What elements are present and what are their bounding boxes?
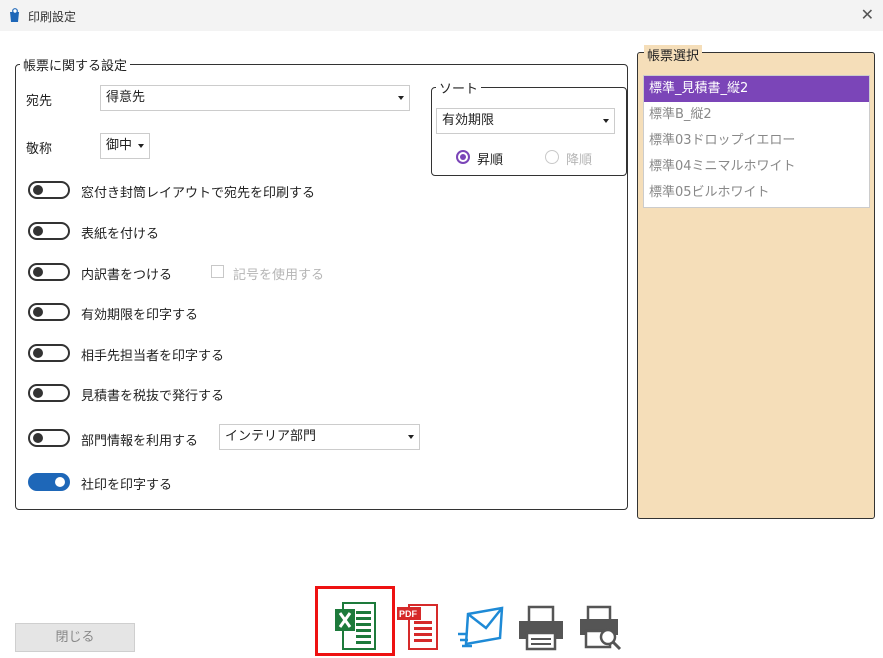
pdf-badge-text: PDF	[399, 609, 418, 619]
list-item[interactable]: 標準B_縦2	[644, 102, 869, 128]
printer-icon[interactable]	[515, 605, 565, 651]
toggle-knob	[33, 348, 43, 358]
chevron-down-icon	[408, 435, 414, 439]
title-bar: 印刷設定 ✕	[0, 0, 883, 31]
print-preview-icon[interactable]	[578, 605, 624, 651]
sort-value: 有効期限	[442, 113, 495, 128]
tax-excluded-toggle[interactable]	[28, 384, 70, 402]
honorific-select[interactable]: 御中	[100, 133, 150, 159]
descending-radio[interactable]	[545, 150, 559, 164]
breakdown-toggle[interactable]	[28, 263, 70, 281]
app-icon	[10, 8, 19, 22]
expiry-label: 有効期限を印字する	[81, 308, 199, 323]
close-button[interactable]: 閉じる	[15, 623, 135, 652]
toggle-knob	[33, 267, 43, 277]
form-listbox[interactable]: 標準_見積書_縦2 標準B_縦2 標準03ドロップイエロー 標準04ミニマルホワ…	[643, 75, 870, 208]
sort-select[interactable]: 有効期限	[436, 108, 615, 134]
department-label: 部門情報を利用する	[81, 434, 199, 449]
window-envelope-label: 窓付き封筒レイアウトで宛先を印刷する	[81, 186, 316, 201]
list-item[interactable]: 標準_見積書_縦2	[644, 76, 869, 102]
contact-person-label: 相手先担当者を印字する	[81, 349, 225, 364]
ascending-label: 昇順	[477, 153, 504, 168]
chevron-down-icon	[603, 119, 609, 123]
symbol-checkbox-label: 記号を使用する	[233, 268, 325, 283]
recipient-label: 宛先	[26, 94, 53, 109]
toggle-knob	[33, 307, 43, 317]
tax-excluded-label: 見積書を税抜で発行する	[81, 389, 225, 404]
form-select-panel: 帳票選択 標準_見積書_縦2 標準B_縦2 標準03ドロップイエロー 標準04ミ…	[637, 45, 875, 519]
recipient-value: 得意先	[106, 90, 146, 105]
contact-person-toggle[interactable]	[28, 344, 70, 362]
symbol-checkbox[interactable]	[211, 265, 224, 278]
breakdown-label: 内訳書をつける	[81, 268, 173, 283]
pdf-icon[interactable]: PDF	[397, 601, 443, 651]
honorific-label: 敬称	[26, 142, 53, 157]
toggle-knob	[33, 388, 43, 398]
department-toggle[interactable]	[28, 429, 70, 447]
recipient-select[interactable]: 得意先	[100, 85, 410, 111]
chevron-down-icon	[398, 96, 404, 100]
chevron-down-icon	[138, 144, 144, 148]
department-select[interactable]: インテリア部門	[219, 424, 420, 450]
list-item[interactable]: 標準03ドロップイエロー	[644, 128, 869, 154]
company-seal-label: 社印を印字する	[81, 478, 173, 493]
toggle-knob	[33, 185, 43, 195]
list-item[interactable]: 標準04ミニマルホワイト	[644, 154, 869, 180]
excel-icon[interactable]	[333, 601, 379, 651]
company-seal-toggle[interactable]	[28, 473, 70, 491]
settings-legend: 帳票に関する設定	[23, 59, 128, 74]
toggle-knob	[55, 477, 65, 487]
list-item[interactable]: 標準05ビルホワイト	[644, 180, 869, 206]
department-value: インテリア部門	[225, 429, 317, 444]
expiry-toggle[interactable]	[28, 303, 70, 321]
descending-label: 降順	[566, 153, 593, 168]
form-select-legend: 帳票選択	[644, 45, 703, 64]
window-title: 印刷設定	[28, 10, 77, 24]
close-icon[interactable]: ✕	[861, 5, 874, 24]
window-envelope-toggle[interactable]	[28, 181, 70, 199]
toggle-knob	[33, 226, 43, 236]
honorific-value: 御中	[106, 138, 133, 153]
cover-page-toggle[interactable]	[28, 222, 70, 240]
toggle-knob	[33, 433, 43, 443]
sort-legend: ソート	[439, 82, 479, 97]
ascending-radio[interactable]	[456, 150, 470, 164]
cover-page-label: 表紙を付ける	[81, 227, 160, 242]
mail-icon[interactable]	[458, 604, 506, 650]
